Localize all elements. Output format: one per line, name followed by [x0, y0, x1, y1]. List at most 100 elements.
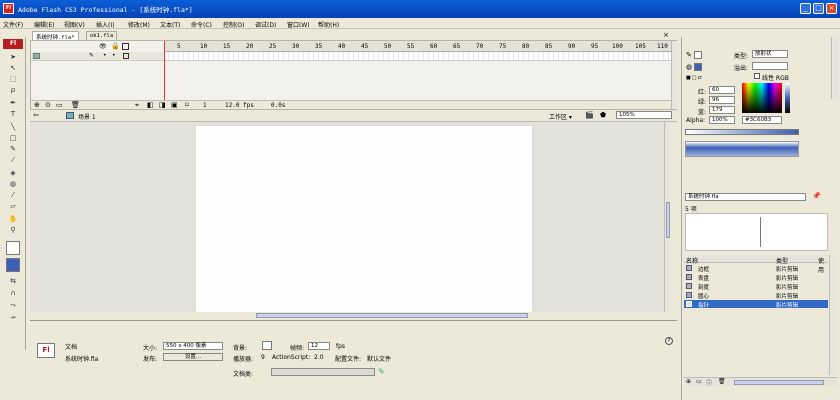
layer-visible-dot[interactable]: • [103, 52, 107, 59]
hex-input[interactable]: #3C60B3 [742, 116, 782, 124]
layer-frames[interactable] [164, 52, 672, 60]
zoom-select[interactable]: 105% [616, 111, 672, 119]
stage-vscroll-thumb[interactable] [666, 202, 670, 238]
add-folder-icon[interactable]: ▭ [56, 101, 63, 109]
subselect-icon[interactable]: ↖ [8, 64, 18, 73]
timeline-eye-icon[interactable]: 👁 [99, 43, 107, 50]
linear-rgb-checkbox[interactable] [754, 73, 760, 79]
type-select[interactable]: 放射状 [752, 50, 788, 58]
properties-icon[interactable]: ⓘ [706, 378, 712, 387]
pin-icon[interactable]: 📌 [812, 192, 821, 200]
delete-item-icon[interactable]: 🗑 [718, 378, 726, 385]
frame-ruler[interactable]: 5 10 15 20 25 30 35 40 45 50 55 60 65 70… [164, 41, 672, 52]
tab-ok1-fla[interactable]: ok1.fla [86, 31, 118, 40]
fill-color-swatch[interactable] [6, 258, 20, 272]
layer-outline-box[interactable] [123, 53, 129, 59]
green-input[interactable]: 96 [709, 96, 735, 104]
back-arrow-icon[interactable]: ⇦ [33, 111, 39, 119]
playhead[interactable] [164, 41, 165, 109]
edit-multiple-icon[interactable]: ▣ [171, 101, 178, 109]
arrow-icon[interactable]: ➤ [8, 53, 18, 62]
new-symbol-icon[interactable]: ⊕ [686, 378, 691, 385]
eyedropper-icon[interactable]: ⁄ [8, 191, 18, 200]
framerate-input[interactable]: 12 [308, 342, 330, 350]
tab-clock-fla[interactable]: 系统时钟.fla* [32, 31, 79, 41]
swap-color-icons[interactable]: ■□⇄ [686, 75, 703, 81]
free-transform-icon[interactable]: ⬚ [8, 75, 18, 84]
library-item[interactable]: 刻度 影片剪辑 [684, 282, 828, 291]
stroke-color-swatch[interactable] [6, 241, 20, 255]
center-frame-icon[interactable]: ⌖ [135, 101, 139, 110]
workspace-dropdown[interactable]: 工作区 ▾ [549, 112, 572, 121]
eraser-icon[interactable]: ▱ [8, 202, 18, 211]
size-button[interactable]: 550 x 400 像素 [163, 342, 223, 350]
pencil-icon[interactable]: ✎ [8, 145, 18, 154]
timeline-vscroll[interactable] [671, 41, 677, 109]
gradient-bar[interactable] [685, 129, 799, 135]
library-item-selected[interactable]: 指针 影片剪辑 [684, 300, 828, 309]
fill-swatch[interactable] [694, 63, 702, 71]
edit-scene-icon[interactable]: 🎬 [585, 111, 594, 119]
layer-lock-dot[interactable]: • [112, 52, 116, 59]
menu-insert[interactable]: 插入(I) [96, 20, 114, 29]
modify-markers-icon[interactable]: ⌑ [185, 101, 189, 109]
edit-symbol-icon[interactable]: ⬟ [600, 111, 606, 119]
docclass-input[interactable] [271, 368, 375, 376]
library-hscroll-thumb[interactable] [734, 380, 824, 385]
fill-bucket-icon[interactable]: ◍ [686, 63, 692, 71]
alpha-input[interactable]: 100% [709, 116, 735, 124]
zoom-icon[interactable]: ⚲ [8, 226, 18, 235]
hand-icon[interactable]: ✋ [8, 215, 18, 224]
menu-help[interactable]: 帮助(H) [318, 20, 339, 29]
line-icon[interactable]: ╲ [8, 123, 18, 132]
menu-commands[interactable]: 命令(C) [191, 20, 212, 29]
edit-class-pencil-icon[interactable]: ✎ [378, 367, 385, 376]
onion-outline-icon[interactable]: ◨ [159, 101, 166, 109]
settings-button[interactable]: 设置... [163, 353, 223, 361]
maximize-button[interactable]: □ [813, 3, 824, 14]
library-item[interactable]: 边框 影片剪辑 [684, 264, 828, 273]
stroke-swatch[interactable] [694, 51, 702, 59]
library-item[interactable]: 圆心 影片剪辑 [684, 291, 828, 300]
straighten-icon[interactable]: ⤞ [8, 313, 18, 322]
rectangle-icon[interactable]: □ [8, 134, 18, 143]
swap-colors-icon[interactable]: ⇆ [8, 277, 18, 286]
color-panel-vscroll[interactable] [831, 37, 839, 99]
brush-icon[interactable]: ⁄ [8, 156, 18, 165]
background-color-swatch[interactable] [262, 341, 272, 350]
add-layer-icon[interactable]: ⊕ [34, 101, 40, 109]
library-item[interactable]: 表盘 影片剪辑 [684, 273, 828, 282]
close-button[interactable]: × [826, 3, 837, 14]
blue-input[interactable]: 179 [709, 106, 735, 114]
red-input[interactable]: 60 [709, 86, 735, 94]
stage-canvas[interactable] [195, 125, 533, 313]
timeline-outline-icon[interactable] [122, 43, 129, 50]
menu-file[interactable]: 文件(F) [3, 20, 23, 29]
paint-bucket-icon[interactable]: ◍ [8, 180, 18, 189]
menu-debug[interactable]: 调试(D) [255, 20, 276, 29]
stage-hscroll-thumb[interactable] [256, 313, 528, 318]
menu-window[interactable]: 窗口(W) [287, 20, 310, 29]
menu-modify[interactable]: 修改(M) [128, 20, 150, 29]
color-spectrum[interactable] [742, 83, 782, 113]
snap-icon[interactable]: ∩ [8, 289, 18, 298]
minimize-button[interactable]: _ [800, 3, 811, 14]
stroke-pencil-icon[interactable]: ✎ [686, 51, 692, 59]
delete-layer-icon[interactable]: 🗑 [71, 101, 80, 109]
add-guide-icon[interactable]: ⊙ [45, 101, 51, 109]
stage-hscroll[interactable] [30, 312, 670, 320]
menu-view[interactable]: 视图(V) [64, 20, 85, 29]
menu-control[interactable]: 控制(O) [223, 20, 244, 29]
help-icon[interactable]: ? [665, 337, 673, 345]
text-icon[interactable]: T [8, 110, 18, 119]
menu-text[interactable]: 文本(T) [160, 20, 180, 29]
lasso-icon[interactable]: ρ [8, 86, 18, 95]
stage-pasteboard[interactable] [30, 122, 670, 320]
overflow-select[interactable] [752, 62, 788, 70]
close-document-icon[interactable]: × [663, 31, 669, 39]
onion-skin-icon[interactable]: ◧ [147, 101, 154, 109]
smooth-icon[interactable]: ⤳ [8, 301, 18, 310]
menu-edit[interactable]: 编辑(E) [34, 20, 54, 29]
stage-vscroll[interactable] [664, 122, 670, 312]
pen-icon[interactable]: ✒ [8, 99, 18, 108]
